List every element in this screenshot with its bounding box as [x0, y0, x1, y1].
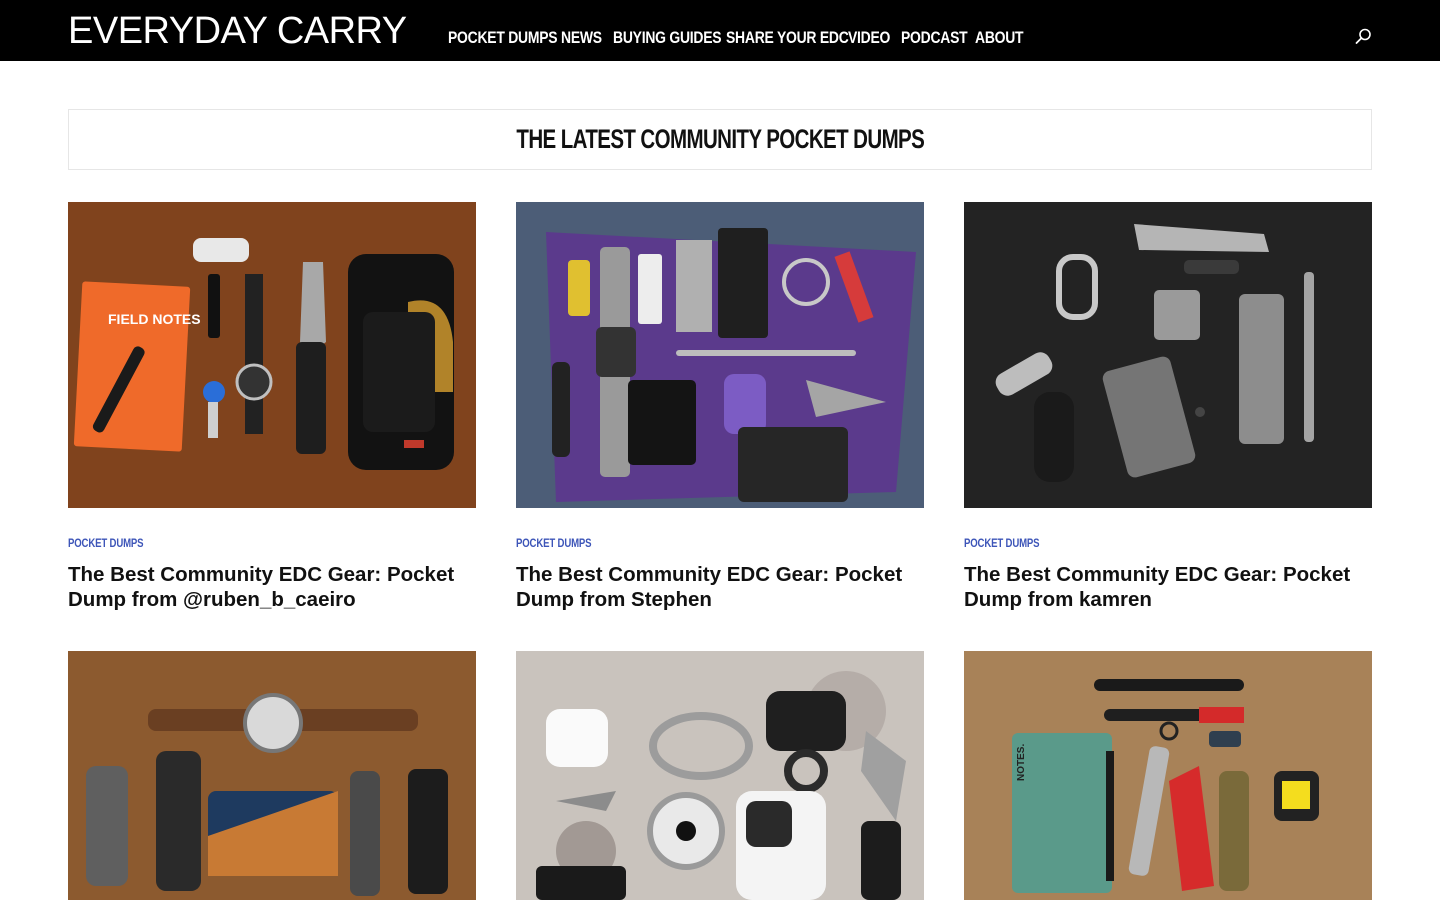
post-category[interactable]: POCKET DUMPS	[964, 536, 1290, 550]
nav-news[interactable]: NEWS	[561, 14, 607, 48]
nav-pocket-dumps[interactable]: POCKET DUMPS	[448, 14, 558, 48]
post-thumbnail[interactable]	[964, 202, 1372, 508]
post-category[interactable]: POCKET DUMPS	[516, 536, 842, 550]
post-title[interactable]: The Best Community EDC Gear: Pocket Dump…	[68, 562, 476, 612]
section-title: THE LATEST COMMUNITY POCKET DUMPS	[516, 124, 924, 154]
post-thumbnail[interactable]: NOTES.	[964, 651, 1372, 900]
nav-share-your-edc[interactable]: SHARE YOUR EDC	[726, 14, 849, 48]
post-title[interactable]: The Best Community EDC Gear: Pocket Dump…	[516, 562, 924, 612]
post-title[interactable]: The Best Community EDC Gear: Pocket Dump…	[964, 562, 1372, 612]
post-card: NOTES.	[964, 651, 1372, 900]
post-card: FIELD NOTES POCKET DUMPS The Best Commun…	[68, 202, 476, 612]
main-nav: POCKET DUMPS NEWS BUYING GUIDES SHARE YO…	[448, 0, 1031, 61]
nav-podcast[interactable]: PODCAST	[901, 14, 968, 48]
post-thumbnail[interactable]	[68, 651, 476, 900]
nav-buying-guides[interactable]: BUYING GUIDES	[613, 14, 722, 48]
site-header: EVERYDAY CARRY POCKET DUMPS NEWS BUYING …	[0, 0, 1440, 61]
post-thumbnail[interactable]	[516, 651, 924, 900]
post-thumbnail[interactable]	[516, 202, 924, 508]
notebook-label: FIELD NOTES	[108, 311, 201, 327]
post-thumbnail[interactable]: FIELD NOTES	[68, 202, 476, 508]
section-header: THE LATEST COMMUNITY POCKET DUMPS	[68, 109, 1372, 170]
post-category[interactable]: POCKET DUMPS	[68, 536, 394, 550]
site-logo[interactable]: EVERYDAY CARRY	[68, 11, 407, 51]
post-card: POCKET DUMPS The Best Community EDC Gear…	[964, 202, 1372, 612]
notebook-label: NOTES.	[1016, 744, 1027, 781]
nav-video[interactable]: VIDEO	[848, 14, 895, 48]
post-card	[516, 651, 924, 900]
post-card	[68, 651, 476, 900]
post-card: POCKET DUMPS The Best Community EDC Gear…	[516, 202, 924, 612]
nav-about[interactable]: ABOUT	[975, 14, 1024, 48]
search-icon[interactable]	[1353, 27, 1373, 47]
